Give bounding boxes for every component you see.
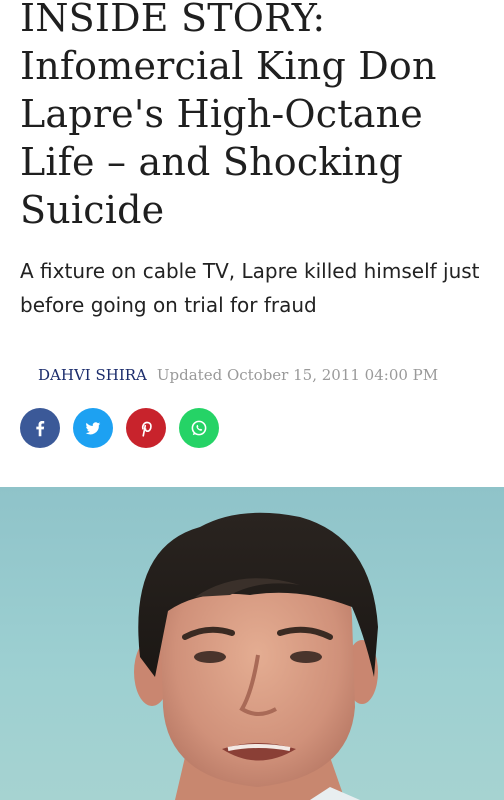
pinterest-icon (141, 421, 152, 437)
byline: DAHVI SHIRA Updated October 15, 2011 04:… (38, 366, 438, 384)
whatsapp-share-button[interactable] (179, 408, 219, 448)
whatsapp-icon (191, 420, 207, 436)
share-buttons (20, 408, 219, 448)
person-photo-icon (134, 512, 378, 800)
facebook-share-button[interactable] (20, 408, 60, 448)
updated-timestamp: Updated October 15, 2011 04:00 PM (156, 366, 439, 384)
hero-image[interactable] (0, 487, 504, 800)
twitter-share-button[interactable] (73, 408, 113, 448)
facebook-icon (36, 420, 45, 437)
twitter-icon (85, 422, 101, 435)
author-link[interactable]: DAHVI SHIRA (38, 366, 147, 384)
article-headline: INSIDE STORY: Infomercial King Don Lapre… (20, 0, 437, 232)
pinterest-share-button[interactable] (126, 408, 166, 448)
article-subhead: A fixture on cable TV, Lapre killed hims… (20, 259, 480, 317)
